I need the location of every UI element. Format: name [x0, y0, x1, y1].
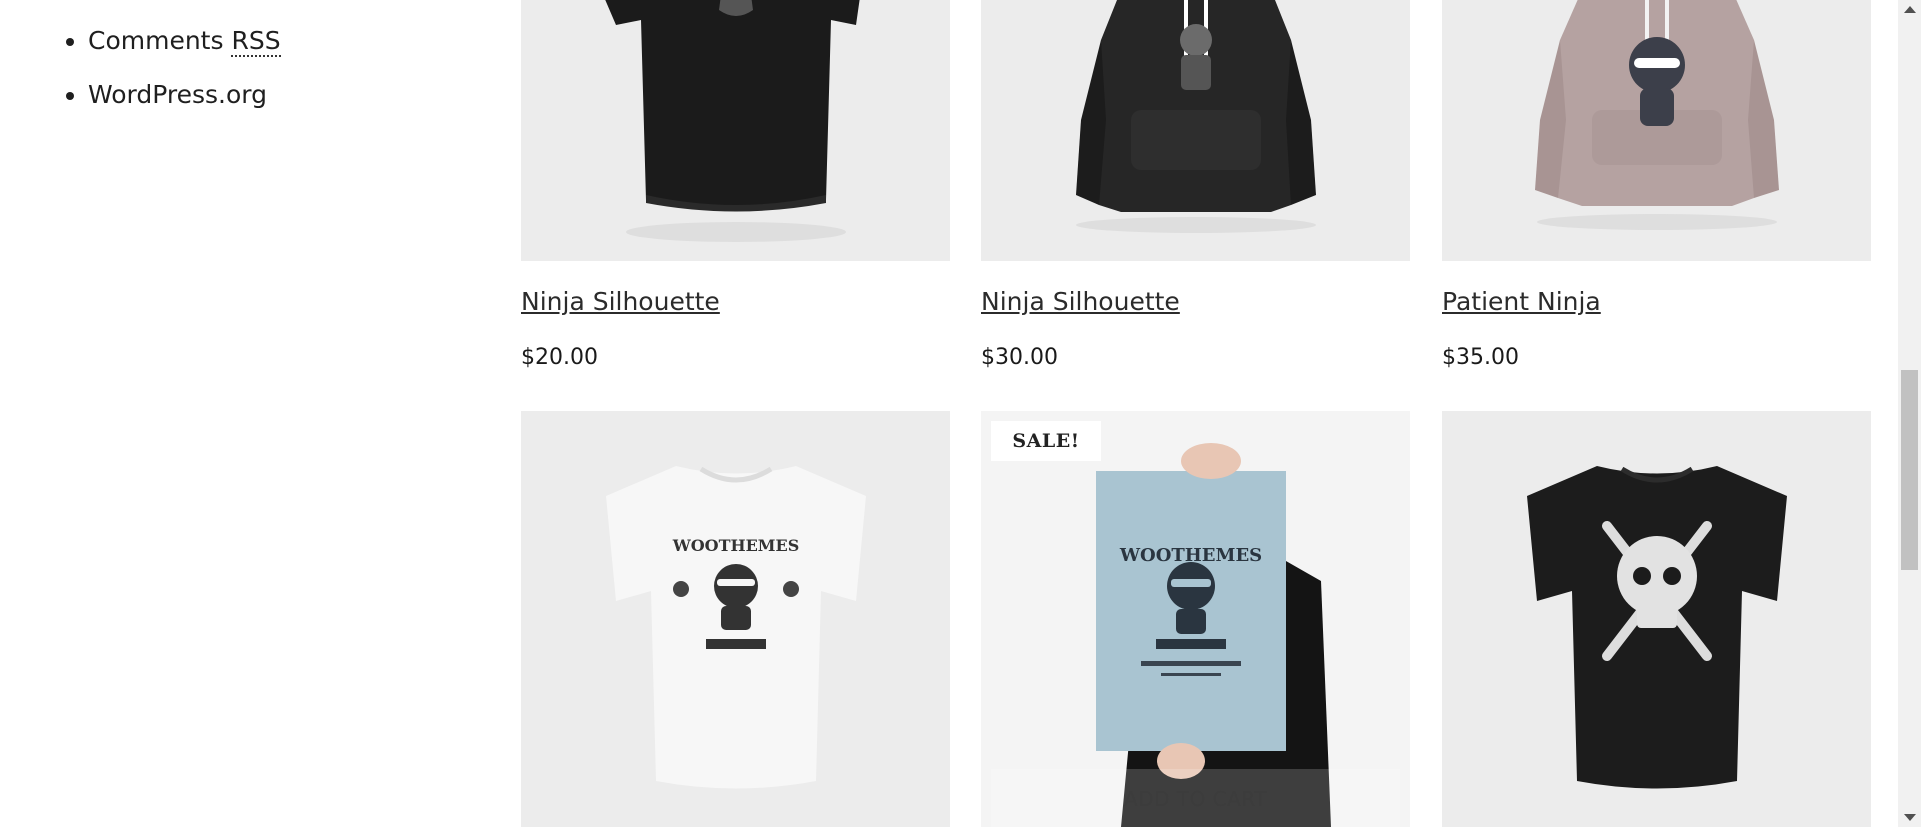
woothemes-poster-image: WOOTHEMES: [981, 411, 1410, 827]
white-tshirt-image: WOOTHEMES: [521, 411, 950, 827]
svg-text:WOOTHEMES: WOOTHEMES: [672, 536, 800, 555]
product-image-link[interactable]: WOOTHEMES: [521, 411, 950, 827]
rss-abbr: RSS: [231, 26, 281, 57]
list-item: Comments RSS: [88, 14, 281, 68]
sale-badge: SALE!: [991, 421, 1101, 461]
product-card: [1442, 411, 1871, 827]
scroll-down-arrow-icon[interactable]: [1904, 814, 1916, 821]
product-card: Ninja Silhouette $30.00: [981, 0, 1410, 370]
product-card: Ninja Silhouette $20.00: [521, 0, 950, 370]
wordpress-org-link[interactable]: WordPress.org: [88, 80, 267, 109]
page: Comments RSS WordPress.org Ninja Silhoue…: [0, 0, 1921, 827]
comments-rss-link[interactable]: Comments RSS: [88, 26, 281, 57]
product-title[interactable]: Ninja Silhouette: [521, 287, 720, 316]
black-tshirt-skull-image: [1442, 411, 1871, 827]
product-image-link[interactable]: WOOTHEMES SALE! ADD TO CART: [981, 411, 1410, 827]
black-hoodie-image: [981, 0, 1410, 261]
product-image-link[interactable]: [1442, 411, 1871, 827]
scroll-up-arrow-icon[interactable]: [1904, 6, 1916, 13]
product-card: WOOTHEMES: [521, 411, 950, 827]
product-image-link[interactable]: [521, 0, 950, 261]
black-tshirt-image: [521, 0, 950, 261]
product-title[interactable]: Ninja Silhouette: [981, 287, 1180, 316]
product-title[interactable]: Patient Ninja: [1442, 287, 1601, 316]
product-image-link[interactable]: [1442, 0, 1871, 261]
product-price: $20.00: [521, 345, 598, 370]
product-price: $30.00: [981, 345, 1058, 370]
sidebar-meta-list: Comments RSS WordPress.org: [58, 14, 281, 122]
link-text: Comments: [88, 26, 232, 55]
product-card: WOOTHEMES SALE! ADD TO CART: [981, 411, 1410, 827]
add-to-cart-button[interactable]: ADD TO CART: [991, 769, 1400, 827]
pink-hoodie-image: [1442, 0, 1871, 261]
product-card: Patient Ninja $35.00: [1442, 0, 1871, 370]
product-image-link[interactable]: [981, 0, 1410, 261]
vertical-scrollbar[interactable]: [1898, 0, 1921, 827]
list-item: WordPress.org: [88, 68, 281, 122]
scrollbar-thumb[interactable]: [1901, 370, 1918, 570]
product-price: $35.00: [1442, 345, 1519, 370]
